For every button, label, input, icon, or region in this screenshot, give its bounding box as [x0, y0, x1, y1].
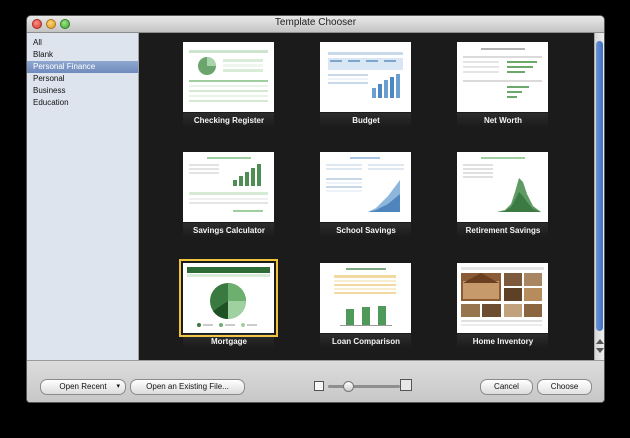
sidebar-item-personal-finance[interactable]: Personal Finance [27, 61, 138, 73]
template-budget[interactable]: Budget [316, 42, 416, 142]
template-school-savings[interactable]: School Savings [316, 152, 416, 252]
template-label: Checking Register [193, 116, 265, 125]
template-checking-register[interactable]: Checking Register [179, 42, 279, 142]
template-label: Retirement Savings [465, 226, 541, 235]
cancel-button[interactable]: Cancel [480, 379, 533, 395]
net-worth-thumbnail [457, 42, 548, 112]
open-recent-button[interactable]: Open Recent ▾ [40, 379, 126, 395]
template-label: Savings Calculator [192, 226, 266, 235]
sidebar-item-education[interactable]: Education [27, 97, 138, 109]
template-home-inventory[interactable]: Home Inventory [453, 263, 553, 363]
titlebar: Template Chooser [27, 16, 604, 33]
template-label: Net Worth [483, 116, 523, 125]
template-loan-comparison[interactable]: Loan Comparison [316, 263, 416, 363]
zoom-slider[interactable] [328, 385, 400, 388]
savings-calculator-thumbnail [183, 152, 274, 222]
bottom-toolbar: Open Recent ▾ Open an Existing File... C… [27, 360, 604, 402]
sidebar-item-business[interactable]: Business [27, 85, 138, 97]
scroll-thumb[interactable] [596, 41, 603, 331]
sidebar-item-personal[interactable]: Personal [27, 73, 138, 85]
budget-thumbnail [320, 42, 411, 112]
template-gallery: Checking Register Budget Net Worth Savin… [139, 33, 594, 360]
mortgage-thumbnail [179, 259, 278, 337]
scroll-down-arrow-icon[interactable] [596, 348, 604, 353]
template-label: Loan Comparison [331, 337, 400, 346]
checking-register-thumbnail [183, 42, 274, 112]
home-inventory-thumbnail [457, 263, 548, 333]
window-title: Template Chooser [274, 17, 357, 28]
zoom-slider-knob[interactable] [343, 381, 354, 392]
vertical-scrollbar[interactable] [594, 33, 604, 360]
template-mortgage[interactable]: Mortgage [179, 259, 279, 363]
choose-button[interactable]: Choose [537, 379, 592, 395]
template-label: Budget [352, 116, 380, 125]
retirement-savings-thumbnail [457, 152, 548, 222]
dropdown-arrow-icon: ▾ [116, 383, 120, 390]
template-label: School Savings [336, 226, 396, 235]
open-existing-file-button[interactable]: Open an Existing File... [130, 379, 245, 395]
large-thumbnail-size-icon [400, 379, 412, 391]
open-recent-label: Open Recent [59, 382, 107, 391]
loan-comparison-thumbnail [320, 263, 411, 333]
scroll-up-arrow-icon[interactable] [596, 339, 604, 344]
template-chooser-window: Template Chooser All Blank Personal Fina… [27, 16, 604, 402]
sidebar-item-blank[interactable]: Blank [27, 49, 138, 61]
template-net-worth[interactable]: Net Worth [453, 42, 553, 142]
small-thumbnail-size-icon [314, 381, 324, 391]
template-label: Home Inventory [472, 337, 534, 346]
sidebar-item-all[interactable]: All [27, 37, 138, 49]
category-sidebar: All Blank Personal Finance Personal Busi… [27, 33, 139, 360]
template-savings-calculator[interactable]: Savings Calculator [179, 152, 279, 252]
school-savings-thumbnail [320, 152, 411, 222]
template-label: Mortgage [211, 337, 247, 346]
template-retirement-savings[interactable]: Retirement Savings [453, 152, 553, 252]
